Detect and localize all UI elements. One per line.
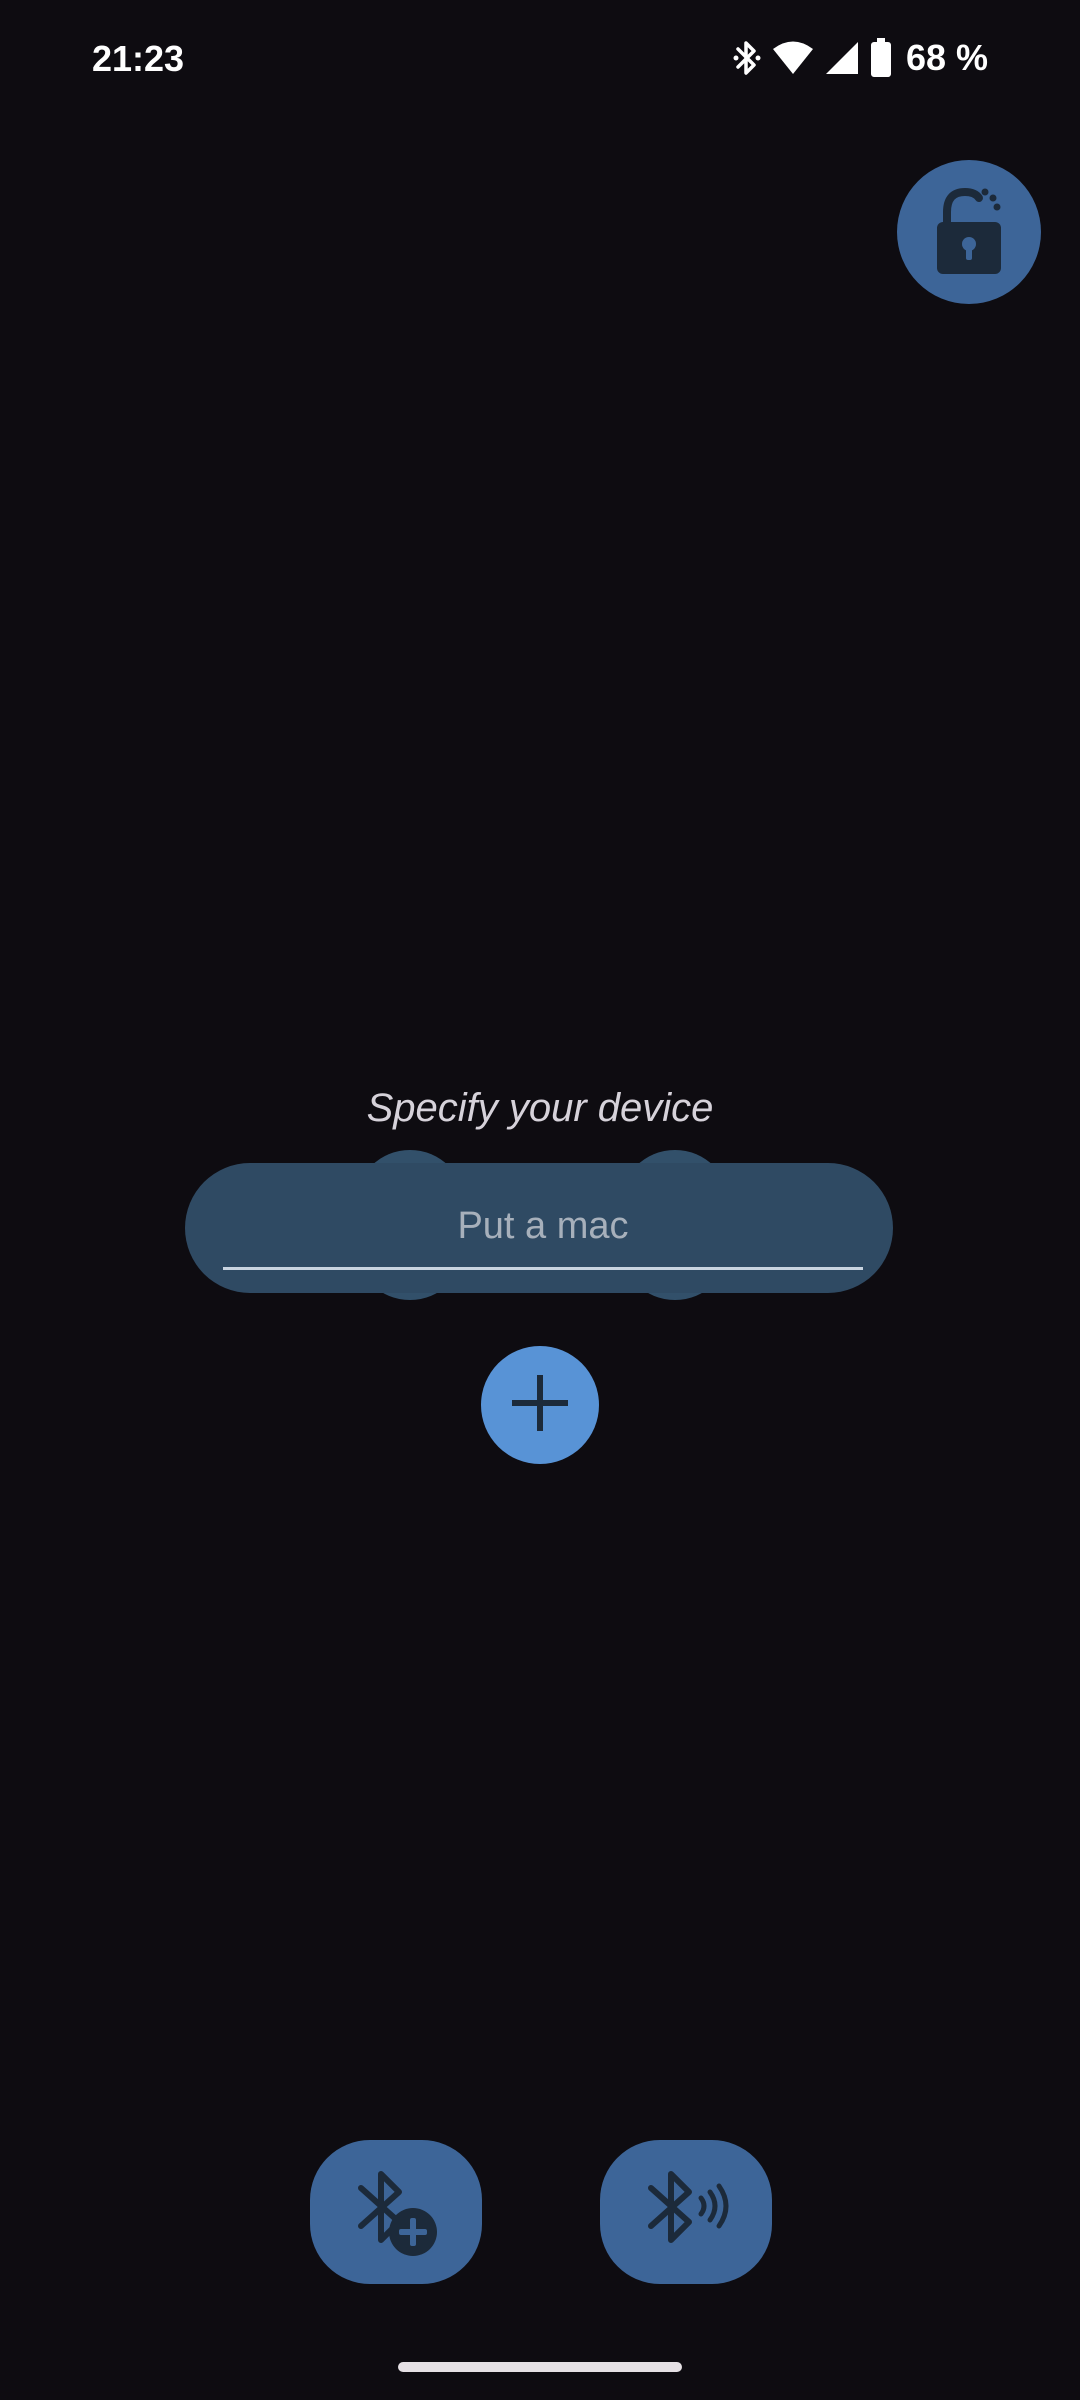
battery-percentage: 68 % <box>905 37 988 78</box>
status-icons: 68 % <box>732 36 988 80</box>
mac-input[interactable] <box>223 1185 863 1270</box>
plus-icon <box>508 1371 572 1440</box>
add-device-button[interactable] <box>481 1346 599 1464</box>
gesture-navigation-bar[interactable] <box>398 2362 682 2372</box>
lock-button[interactable] <box>897 160 1041 304</box>
battery-icon <box>870 38 892 78</box>
lock-open-icon <box>929 180 1009 285</box>
bluetooth-add-icon <box>341 2160 451 2265</box>
mac-input-container <box>185 1163 893 1293</box>
bluetooth-icon <box>732 38 762 78</box>
bluetooth-pair-button[interactable] <box>310 2140 482 2284</box>
bluetooth-scan-button[interactable] <box>600 2140 772 2284</box>
status-bar: 21:23 68 % <box>0 0 1080 120</box>
bluetooth-searching-icon <box>631 2160 741 2265</box>
signal-icon <box>824 40 860 76</box>
wifi-icon <box>772 40 814 76</box>
specify-device-label: Specify your device <box>366 1086 714 1130</box>
status-time: 21:23 <box>92 38 185 79</box>
